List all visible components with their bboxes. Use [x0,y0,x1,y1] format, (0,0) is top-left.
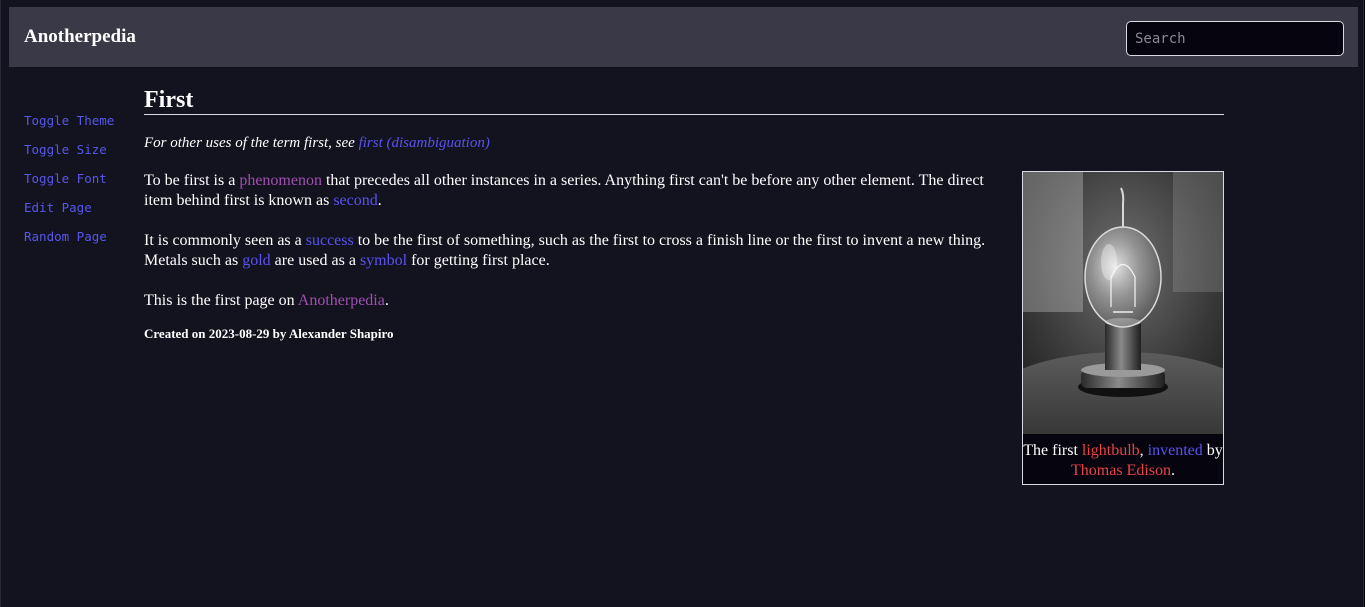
thomas-edison-link[interactable]: Thomas Edison [1071,462,1171,479]
page-title: First [144,86,1224,115]
success-link[interactable]: success [306,232,354,249]
lightbulb-link[interactable]: lightbulb [1082,442,1140,459]
phenomenon-link[interactable]: phenomenon [239,172,322,189]
sidebar: Toggle Theme Toggle Size Toggle Font Edi… [24,112,114,257]
text: by [1202,442,1223,459]
page-frame: Anotherpedia Toggle Theme Toggle Size To… [0,0,1364,607]
text: , [1139,442,1148,459]
article-content: First For other uses of the term first, … [144,86,1224,485]
text: are used as a [270,252,360,269]
header-bar: Anotherpedia [9,7,1358,67]
gold-link[interactable]: gold [242,252,270,269]
edit-page-link[interactable]: Edit Page [24,199,114,228]
lightbulb-photo [1023,172,1223,434]
text: This is the first page on [144,292,298,309]
infobox-figure: The first lightbulb, invented by Thomas … [1022,171,1224,485]
second-link[interactable]: second [333,192,377,209]
site-title-link[interactable]: Anotherpedia [24,26,136,48]
disambiguation-link[interactable]: first (disambiguation) [359,135,490,151]
symbol-link[interactable]: symbol [360,252,407,269]
created-note: Created on 2023-08-29 by Alexander Shapi… [144,326,394,341]
hatnote: For other uses of the term first, see fi… [144,133,1224,153]
paragraph-3: This is the first page on Anotherpedia. [144,291,1014,311]
text: . [1171,462,1175,479]
text: for getting first place. [407,252,550,269]
toggle-theme-link[interactable]: Toggle Theme [24,112,114,141]
invented-link[interactable]: invented [1148,442,1203,459]
hatnote-text: For other uses of the term first, see [144,135,359,151]
text: To be first is a [144,172,240,189]
anotherpedia-link[interactable]: Anotherpedia [298,292,385,309]
search-input[interactable] [1126,21,1344,56]
paragraph-1: To be first is a phenomenon that precede… [144,171,1014,211]
text: . [377,192,382,209]
text: . [384,292,389,309]
toggle-font-link[interactable]: Toggle Font [24,170,114,199]
toggle-size-link[interactable]: Toggle Size [24,141,114,170]
text: It is commonly seen as a [144,232,306,249]
paragraph-2: It is commonly seen as a success to be t… [144,231,1014,271]
text: The first [1023,442,1082,459]
random-page-link[interactable]: Random Page [24,228,114,257]
figure-caption: The first lightbulb, invented by Thomas … [1023,441,1223,481]
